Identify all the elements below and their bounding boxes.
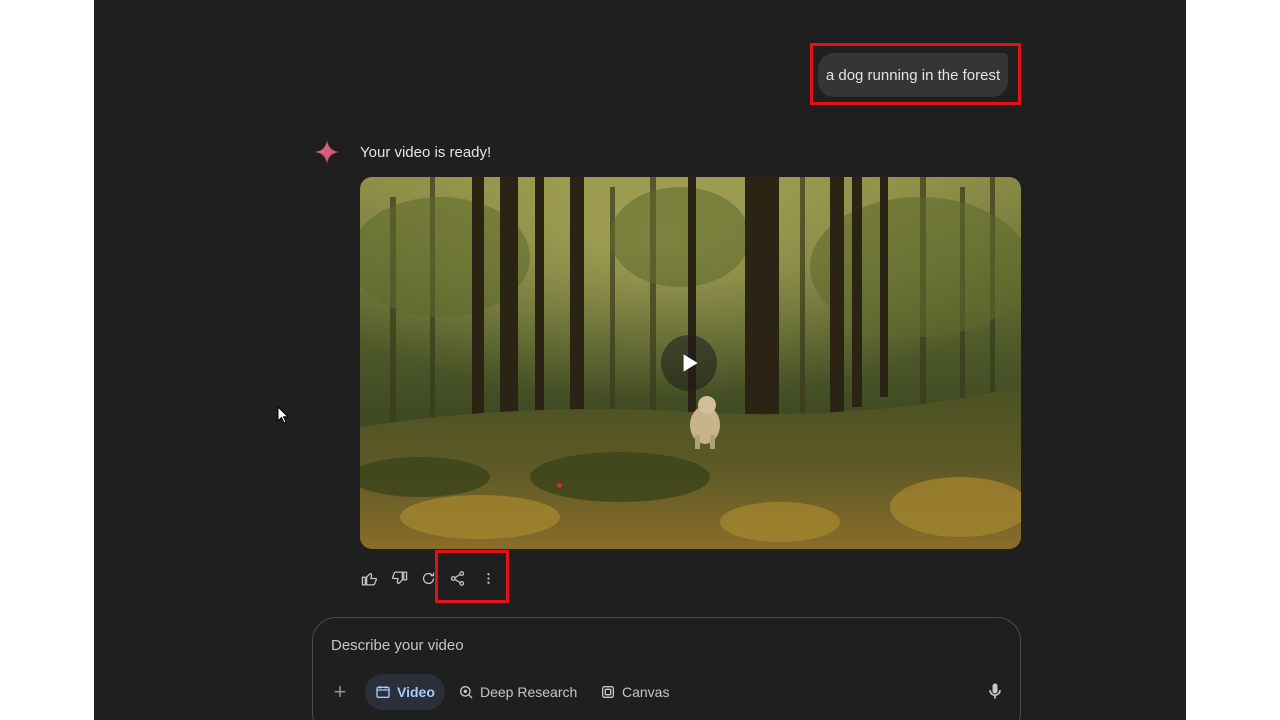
microphone-icon xyxy=(989,683,1001,699)
microphone-button[interactable] xyxy=(985,681,1007,703)
gemini-spark-icon xyxy=(314,139,340,165)
thumb-down-button[interactable] xyxy=(389,568,409,588)
add-attachment-button[interactable]: + xyxy=(329,681,351,703)
calendar-video-icon xyxy=(376,686,390,698)
canvas-tool-label: Canvas xyxy=(622,684,670,700)
thumb-up-button[interactable] xyxy=(359,568,379,588)
video-tool-label: Video xyxy=(397,684,435,700)
mouse-cursor-icon xyxy=(277,406,290,424)
response-text: Your video is ready! xyxy=(360,144,492,161)
user-prompt-highlight xyxy=(810,43,1021,105)
generated-video-player[interactable] xyxy=(360,177,1021,549)
canvas-tool-chip[interactable]: Canvas xyxy=(590,674,679,710)
play-button[interactable] xyxy=(661,335,717,391)
deep-research-tool-label: Deep Research xyxy=(480,684,578,700)
thumb-down-icon xyxy=(391,570,407,584)
share-more-highlight xyxy=(435,550,509,603)
progress-indicator xyxy=(557,483,562,488)
prompt-input-box[interactable]: Describe your video + Video Deep Researc… xyxy=(312,617,1021,720)
chat-app: a dog running in the forest Your video i… xyxy=(94,0,1186,720)
deep-research-icon xyxy=(460,686,473,699)
video-tool-chip[interactable]: Video xyxy=(365,674,445,710)
plus-icon: + xyxy=(333,679,347,704)
thumb-up-icon xyxy=(361,572,377,586)
regenerate-icon xyxy=(422,572,434,584)
prompt-input-placeholder[interactable]: Describe your video xyxy=(331,637,464,654)
canvas-icon xyxy=(602,686,614,698)
play-icon xyxy=(683,354,698,372)
deep-research-tool-chip[interactable]: Deep Research xyxy=(448,674,587,710)
